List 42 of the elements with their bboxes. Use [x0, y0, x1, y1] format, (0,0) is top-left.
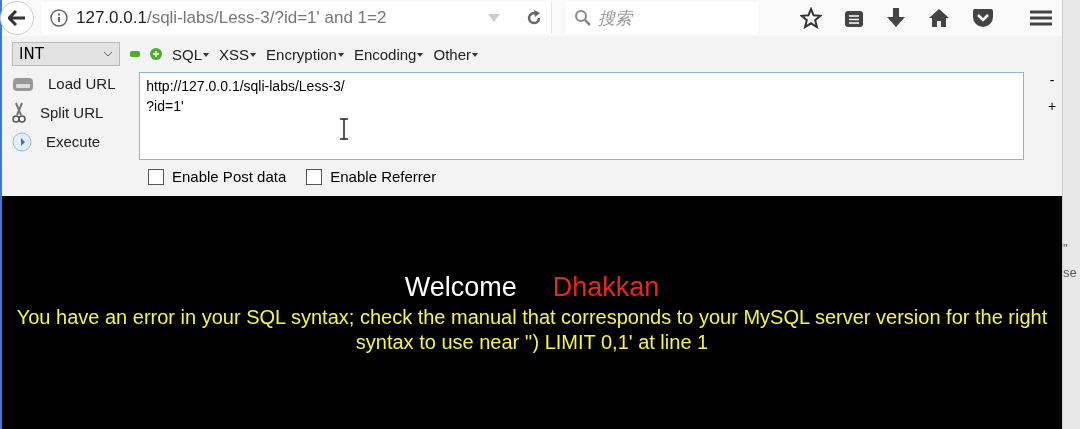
- step-button[interactable]: -: [1042, 72, 1062, 88]
- star-icon[interactable]: [800, 7, 822, 29]
- background-text: ": [1063, 240, 1069, 258]
- pocket-icon[interactable]: [972, 8, 994, 28]
- menu-dropdown[interactable]: SQL: [172, 45, 209, 63]
- back-button[interactable]: [0, 1, 34, 35]
- caret-icon: [203, 52, 209, 57]
- text-cursor-icon: [338, 118, 351, 140]
- home-icon[interactable]: [928, 8, 950, 28]
- search-icon: [574, 9, 592, 27]
- address-bar[interactable]: 127.0.0.1/sqli-labs/Less-3/?id=1' and 1=2: [42, 2, 552, 34]
- menu-dropdown[interactable]: Encryption: [266, 45, 344, 63]
- url-text: 127.0.0.1/sqli-labs/Less-3/?id=1' and 1=2: [76, 8, 388, 28]
- play-icon: [12, 131, 32, 152]
- url-textarea[interactable]: http://127.0.0.1/sqli-labs/Less-3/ ?id=1': [139, 72, 1024, 160]
- reload-icon[interactable]: [525, 9, 543, 27]
- caret-icon: [250, 52, 257, 57]
- scissors-icon: [12, 101, 26, 124]
- menu-dropdown[interactable]: Encoding: [353, 45, 424, 63]
- list-icon[interactable]: [844, 8, 864, 28]
- error-message: You have an error in your SQL syntax; check the manual that corresponds to your MySQL server version for the right syntax to use near '') LIMIT 0,1' at line 1: [15, 305, 1049, 355]
- menu-dropdown[interactable]: XSS: [219, 45, 257, 63]
- caret-icon: [472, 52, 478, 57]
- info-icon: [50, 9, 68, 27]
- welcome-text: Welcome: [404, 272, 517, 303]
- download-icon[interactable]: [886, 7, 906, 29]
- step-button[interactable]: +: [1042, 98, 1062, 114]
- plus-icon[interactable]: [150, 48, 162, 60]
- option-checkbox[interactable]: Enable Referrer: [306, 168, 437, 185]
- user-name: Dhakkan: [552, 272, 660, 303]
- action-button[interactable]: Load URL: [12, 72, 130, 95]
- background-text: se: [1063, 264, 1078, 282]
- back-arrow-icon: [8, 10, 26, 26]
- menu-dropdown[interactable]: Other: [433, 45, 478, 63]
- action-button[interactable]: Execute: [12, 130, 130, 153]
- caret-icon: [337, 52, 344, 57]
- caret-icon: [417, 52, 424, 57]
- type-select[interactable]: INT: [12, 42, 120, 66]
- action-button[interactable]: Split URL: [12, 101, 130, 124]
- chevron-icon: [103, 51, 113, 57]
- menu-icon[interactable]: [1030, 9, 1052, 27]
- option-checkbox[interactable]: Enable Post data: [148, 168, 287, 185]
